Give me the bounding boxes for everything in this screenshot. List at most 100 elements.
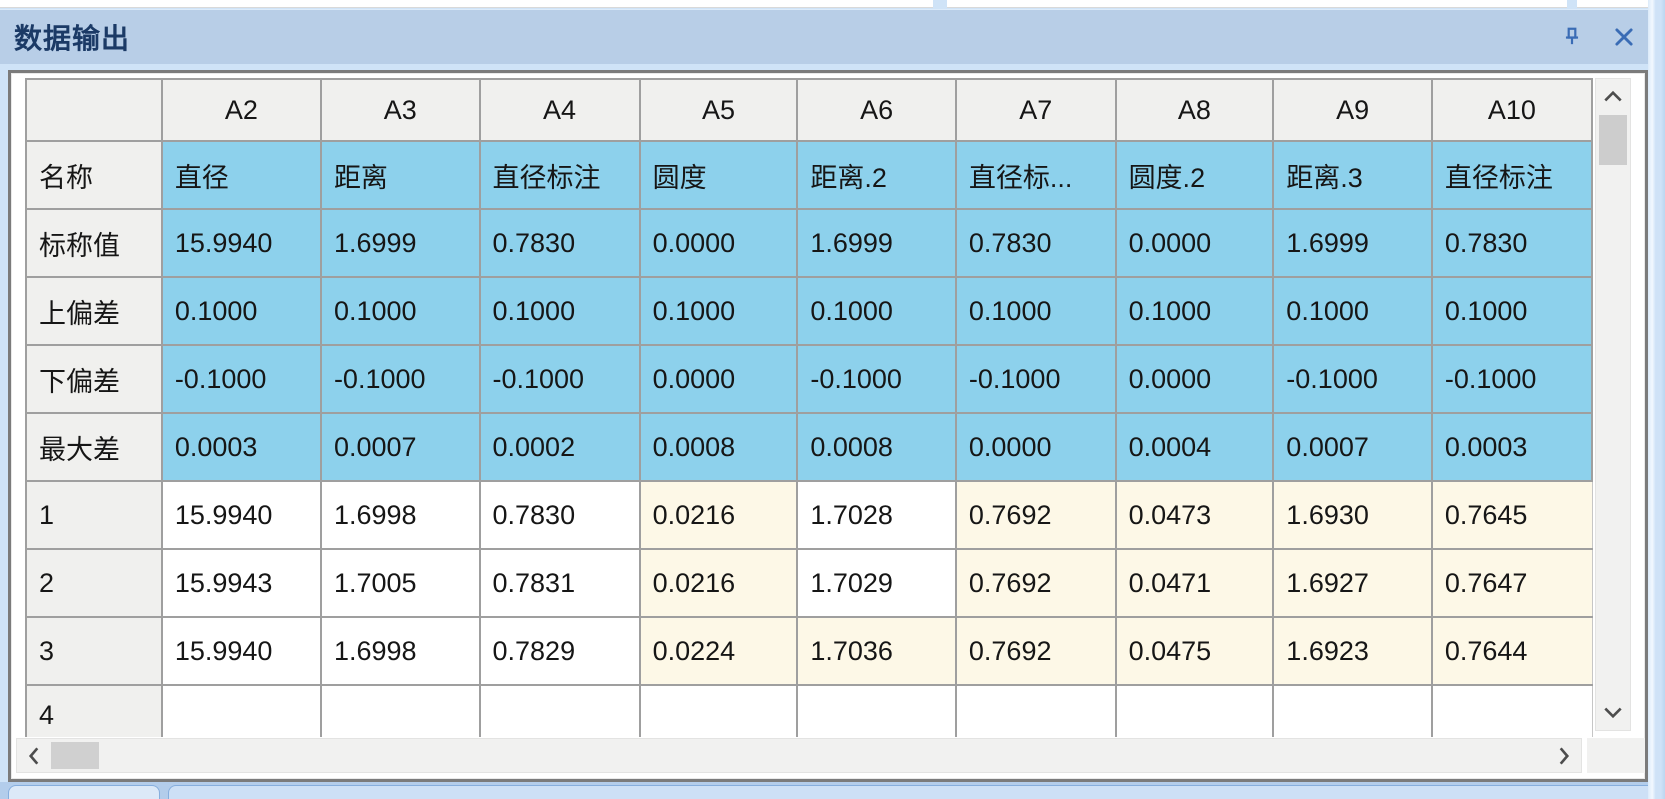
meta-cell[interactable]: 0.7830 <box>956 209 1116 277</box>
row-label[interactable]: 3 <box>26 617 162 685</box>
meta-cell[interactable]: 0.1000 <box>480 277 640 345</box>
scroll-up-arrow-icon[interactable] <box>1596 81 1630 111</box>
meta-cell[interactable]: 直径标... <box>956 141 1116 209</box>
meta-cell[interactable]: -0.1000 <box>480 345 640 413</box>
data-cell[interactable]: 15.9940 <box>162 617 321 685</box>
data-cell[interactable]: 15.9943 <box>162 549 321 617</box>
meta-cell[interactable]: -0.1000 <box>162 345 321 413</box>
pin-icon[interactable] <box>1559 24 1585 50</box>
data-cell[interactable] <box>1116 685 1274 737</box>
meta-cell[interactable]: 0.7830 <box>480 209 640 277</box>
data-cell[interactable]: 0.7645 <box>1432 481 1592 549</box>
meta-cell[interactable]: 0.0007 <box>1273 413 1432 481</box>
data-cell[interactable]: 1.6927 <box>1273 549 1432 617</box>
row-label[interactable]: 上偏差 <box>26 277 162 345</box>
meta-cell[interactable]: 0.1000 <box>1273 277 1432 345</box>
row-label[interactable]: 下偏差 <box>26 345 162 413</box>
meta-cell[interactable]: 0.1000 <box>797 277 956 345</box>
column-header-A3[interactable]: A3 <box>321 79 480 141</box>
meta-cell[interactable]: 0.0008 <box>797 413 956 481</box>
meta-cell[interactable]: 0.0000 <box>640 345 798 413</box>
meta-cell[interactable]: 直径 <box>162 141 321 209</box>
meta-cell[interactable]: -0.1000 <box>321 345 480 413</box>
data-cell[interactable] <box>640 685 798 737</box>
meta-cell[interactable]: 0.0000 <box>640 209 798 277</box>
column-header-A6[interactable]: A6 <box>797 79 956 141</box>
meta-cell[interactable]: 0.1000 <box>956 277 1116 345</box>
data-cell[interactable]: 0.0471 <box>1116 549 1274 617</box>
column-header-A8[interactable]: A8 <box>1116 79 1274 141</box>
data-cell[interactable]: 0.0216 <box>640 481 798 549</box>
meta-cell[interactable]: 0.1000 <box>162 277 321 345</box>
meta-cell[interactable]: -0.1000 <box>956 345 1116 413</box>
data-cell[interactable]: 0.0216 <box>640 549 798 617</box>
data-cell[interactable]: 0.7830 <box>480 481 640 549</box>
column-header-A5[interactable]: A5 <box>640 79 798 141</box>
row-label[interactable]: 1 <box>26 481 162 549</box>
meta-cell[interactable]: 0.0000 <box>1116 209 1274 277</box>
meta-cell[interactable]: 0.1000 <box>1116 277 1274 345</box>
scroll-left-arrow-icon[interactable] <box>19 739 49 772</box>
bottom-dock-tab-left[interactable] <box>8 785 160 799</box>
column-header-A4[interactable]: A4 <box>480 79 640 141</box>
row-label[interactable]: 标称值 <box>26 209 162 277</box>
scroll-down-arrow-icon[interactable] <box>1596 698 1630 728</box>
meta-cell[interactable]: 距离.3 <box>1273 141 1432 209</box>
data-cell[interactable]: 0.7831 <box>480 549 640 617</box>
data-cell[interactable] <box>480 685 640 737</box>
meta-cell[interactable]: 1.6999 <box>321 209 480 277</box>
meta-cell[interactable]: 0.1000 <box>1432 277 1592 345</box>
meta-cell[interactable]: 0.0000 <box>956 413 1116 481</box>
horizontal-scroll-thumb[interactable] <box>51 742 99 769</box>
data-cell[interactable]: 1.7029 <box>797 549 956 617</box>
column-header-A10[interactable]: A10 <box>1432 79 1592 141</box>
data-cell[interactable]: 1.6998 <box>321 481 480 549</box>
meta-cell[interactable]: 0.0002 <box>480 413 640 481</box>
data-cell[interactable] <box>1273 685 1432 737</box>
close-icon[interactable] <box>1611 24 1637 50</box>
data-cell[interactable]: 1.6930 <box>1273 481 1432 549</box>
data-cell[interactable]: 1.7028 <box>797 481 956 549</box>
data-cell[interactable] <box>956 685 1116 737</box>
meta-cell[interactable]: 0.0003 <box>162 413 321 481</box>
meta-cell[interactable]: 距离.2 <box>797 141 956 209</box>
data-cell[interactable] <box>321 685 480 737</box>
meta-cell[interactable]: 0.0008 <box>640 413 798 481</box>
meta-cell[interactable]: 0.1000 <box>640 277 798 345</box>
data-cell[interactable] <box>797 685 956 737</box>
data-cell[interactable]: 0.7692 <box>956 549 1116 617</box>
meta-cell[interactable]: 1.6999 <box>797 209 956 277</box>
meta-cell[interactable]: 0.7830 <box>1432 209 1592 277</box>
column-header-A7[interactable]: A7 <box>956 79 1116 141</box>
data-cell[interactable]: 0.7692 <box>956 617 1116 685</box>
data-cell[interactable]: 0.7647 <box>1432 549 1592 617</box>
meta-cell[interactable]: 距离 <box>321 141 480 209</box>
horizontal-scrollbar[interactable] <box>16 738 1582 773</box>
data-cell[interactable]: 0.0224 <box>640 617 798 685</box>
meta-cell[interactable]: 0.0004 <box>1116 413 1274 481</box>
panel-titlebar[interactable]: 数据输出 <box>0 9 1665 64</box>
meta-cell[interactable]: 圆度.2 <box>1116 141 1274 209</box>
row-label[interactable]: 4 <box>26 685 162 737</box>
meta-cell[interactable]: 0.0000 <box>1116 345 1274 413</box>
data-cell[interactable] <box>1432 685 1592 737</box>
data-cell[interactable]: 0.0475 <box>1116 617 1274 685</box>
meta-cell[interactable]: 15.9940 <box>162 209 321 277</box>
data-cell[interactable]: 1.7005 <box>321 549 480 617</box>
meta-cell[interactable]: -0.1000 <box>797 345 956 413</box>
data-cell[interactable]: 0.7644 <box>1432 617 1592 685</box>
meta-cell[interactable]: 圆度 <box>640 141 798 209</box>
scroll-right-arrow-icon[interactable] <box>1549 739 1579 772</box>
data-cell[interactable]: 0.7829 <box>480 617 640 685</box>
meta-cell[interactable]: 直径标注 <box>1432 141 1592 209</box>
data-cell[interactable]: 1.6923 <box>1273 617 1432 685</box>
data-cell[interactable]: 1.7036 <box>797 617 956 685</box>
vertical-scroll-thumb[interactable] <box>1599 115 1627 165</box>
bottom-dock-tab-right[interactable] <box>168 785 1665 799</box>
column-header-A9[interactable]: A9 <box>1273 79 1432 141</box>
row-label[interactable]: 名称 <box>26 141 162 209</box>
meta-cell[interactable]: -0.1000 <box>1273 345 1432 413</box>
column-header-A2[interactable]: A2 <box>162 79 321 141</box>
meta-cell[interactable]: 1.6999 <box>1273 209 1432 277</box>
data-cell[interactable] <box>162 685 321 737</box>
